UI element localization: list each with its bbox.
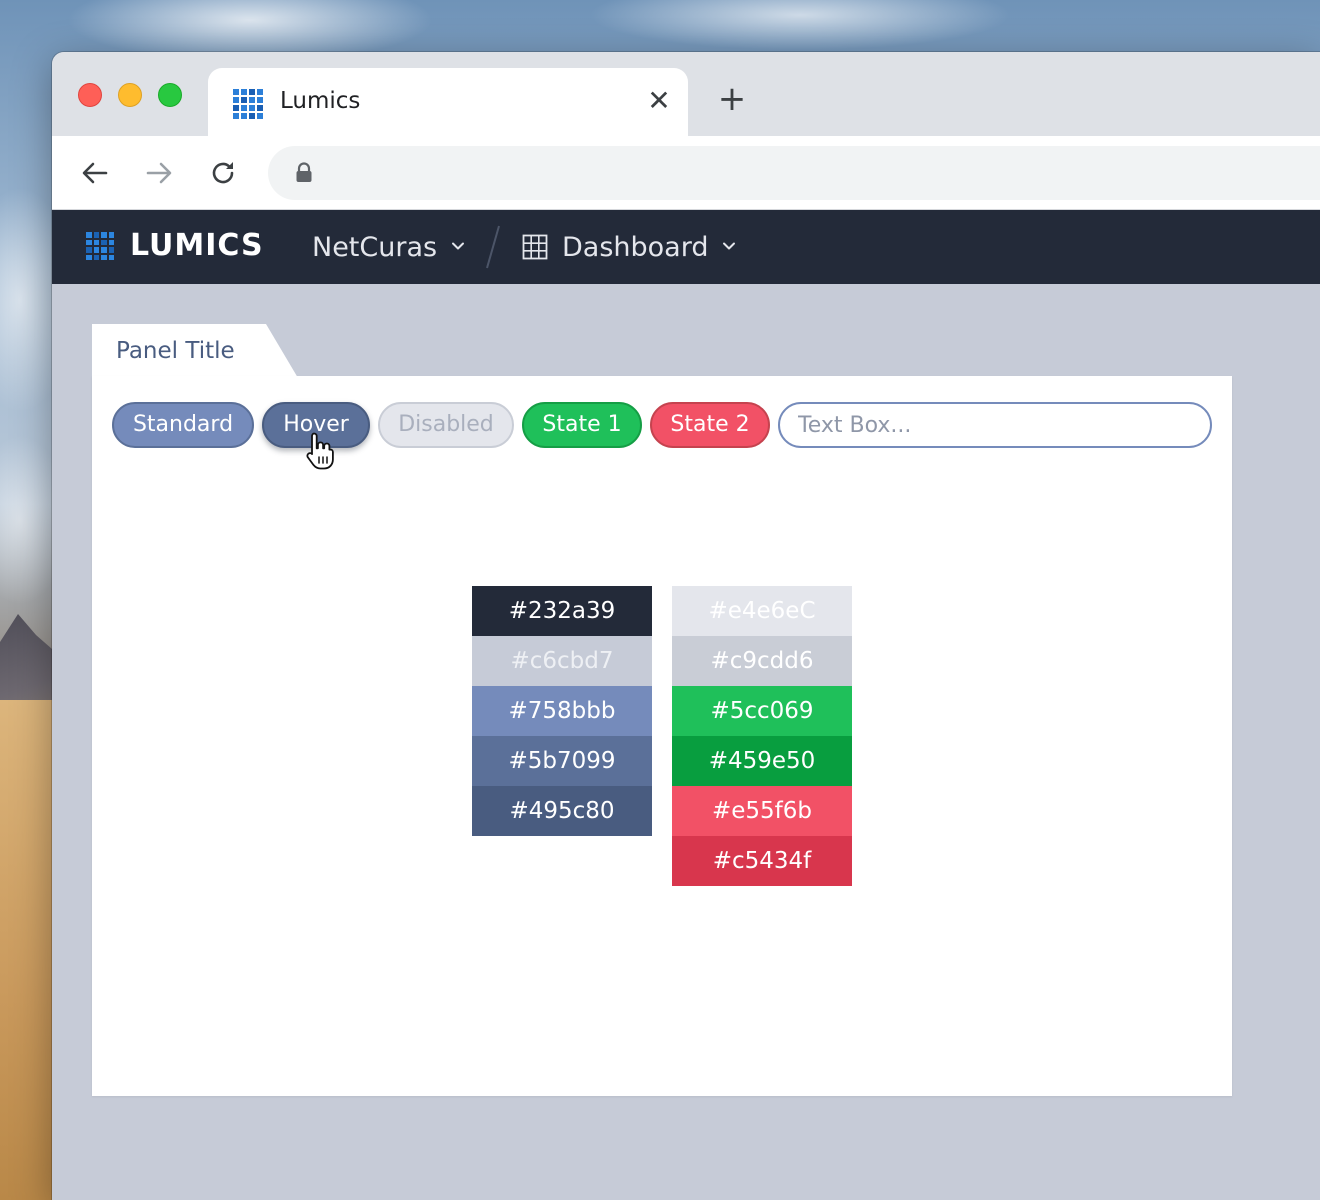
breadcrumb-org-label: NetCuras — [312, 231, 438, 263]
palette-primary-column: #232a39 #c6cbd7 #758bbb #5b7099 #495c80 — [472, 586, 652, 836]
grid-icon — [522, 234, 548, 260]
swatch-primary: #495c80 — [472, 786, 652, 836]
palette-state-column: #e4e6eC #c9cdd6 #5cc069 #459e50 #e55f6b … — [672, 586, 852, 886]
minimize-window-button[interactable] — [118, 83, 142, 107]
swatch-state: #c5434f — [672, 836, 852, 886]
swatch-primary: #232a39 — [472, 586, 652, 636]
lumics-logo-icon — [86, 232, 114, 260]
standard-button[interactable]: Standard — [112, 402, 254, 448]
arrow-left-icon — [82, 162, 108, 184]
breadcrumb-separator — [486, 225, 500, 269]
app-header: LUMICS NetCuras Dashboard — [52, 210, 1320, 284]
back-button[interactable] — [78, 156, 112, 190]
swatch-primary: #758bbb — [472, 686, 652, 736]
state-1-button[interactable]: State 1 — [522, 402, 642, 448]
app-logo[interactable]: LUMICS — [130, 228, 264, 264]
hand-pointer-icon — [306, 432, 334, 470]
swatch-state: #e4e6eC — [672, 586, 852, 636]
reload-button[interactable] — [206, 156, 240, 190]
tab-title: Lumics — [280, 88, 361, 114]
text-box-input[interactable] — [778, 402, 1212, 448]
swatch-primary: #5b7099 — [472, 736, 652, 786]
swatch-state: #e55f6b — [672, 786, 852, 836]
panel-tab: Panel Title — [92, 324, 298, 378]
lumics-grid-icon — [233, 89, 263, 119]
swatch-state: #459e50 — [672, 736, 852, 786]
swatch-state: #5cc069 — [672, 686, 852, 736]
state-2-button[interactable]: State 2 — [650, 402, 770, 448]
lock-icon — [296, 162, 312, 182]
arrow-right-icon — [146, 162, 172, 184]
browser-toolbar — [52, 136, 1320, 210]
panel: Standard Hover Disabled State 1 State 2 … — [92, 376, 1232, 1096]
panel-title: Panel Title — [116, 338, 235, 364]
breadcrumb-dashboard-dropdown[interactable]: Dashboard — [522, 230, 736, 264]
close-window-button[interactable] — [78, 83, 102, 107]
breadcrumb-dashboard-label: Dashboard — [562, 231, 709, 263]
page-content: Panel Title Standard Hover Disabled Stat… — [52, 284, 1320, 1200]
browser-tab-active[interactable]: Lumics ✕ — [208, 68, 688, 136]
chevron-down-icon — [452, 242, 465, 250]
swatch-state: #c9cdd6 — [672, 636, 852, 686]
desktop-wallpaper-dune — [0, 700, 60, 1200]
breadcrumb-org-dropdown[interactable]: NetCuras — [312, 230, 465, 264]
address-bar[interactable] — [268, 146, 1320, 200]
zoom-window-button[interactable] — [158, 83, 182, 107]
new-tab-button[interactable]: + — [716, 82, 748, 116]
chevron-down-icon — [723, 242, 736, 250]
swatch-primary: #c6cbd7 — [472, 636, 652, 686]
tab-close-icon[interactable]: ✕ — [644, 86, 674, 116]
forward-button[interactable] — [142, 156, 176, 190]
disabled-button: Disabled — [378, 402, 514, 448]
browser-window: Lumics ✕ + LUMICS NetCuras Dashboard Pan… — [52, 52, 1320, 1200]
reload-icon — [212, 162, 234, 184]
tab-strip: Lumics ✕ + — [52, 52, 1320, 136]
